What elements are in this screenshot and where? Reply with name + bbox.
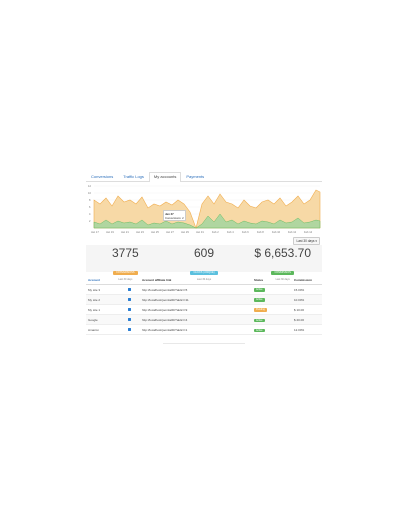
check-icon[interactable] — [128, 297, 131, 301]
x-tick: Jan 19 — [106, 230, 114, 234]
conversions-chart: 12 10 8 6 4 2 Jan 17 Jan 19 Jan 21 Jan 2… — [88, 184, 321, 234]
col-commission: Commission — [292, 276, 322, 285]
x-tick: Feb 2 — [212, 230, 219, 234]
commission-value: $ 20.00 — [292, 314, 322, 326]
affiliate-link[interactable]: http://localhost/joomla00/?aklicr=1 — [140, 324, 252, 336]
y-tick: 6 — [89, 205, 91, 209]
commission-value: $ 10.00 — [292, 304, 322, 316]
x-tick: Feb 6 — [242, 230, 249, 234]
x-tick: Feb 14 — [304, 230, 313, 234]
check-icon[interactable] — [128, 327, 131, 331]
x-tick: Feb 10 — [272, 230, 281, 234]
tab-my-accounts[interactable]: My accounts — [148, 172, 182, 182]
x-tick: Jan 17 — [91, 230, 99, 234]
stat-badge: CONVERSIONS — [113, 271, 138, 275]
tab-bar: Conversions Traffic Logs My accounts Pay… — [86, 172, 322, 182]
divider — [163, 343, 245, 344]
x-axis-labels: Jan 17 Jan 19 Jan 21 Jan 23 Jan 25 Jan 2… — [91, 230, 313, 234]
commission-value: 12.00% — [292, 324, 322, 336]
x-tick: Jan 29 — [181, 230, 189, 234]
col-account[interactable]: Account — [86, 276, 126, 285]
affiliate-link[interactable]: http://localhost/joomla00/?aklicr=5 — [140, 284, 252, 296]
check-icon[interactable] — [128, 287, 131, 291]
col-status: Status — [252, 276, 292, 285]
status-badge: Active — [254, 328, 265, 333]
table-header-row: Account Account affiliate link Status Co… — [86, 276, 322, 285]
stat-badge: COMMISSION — [271, 271, 294, 275]
x-tick: Jan 23 — [136, 230, 144, 234]
table-row: My site 2 http://localhost/joomla00/?akl… — [86, 294, 322, 306]
x-tick: Jan 31 — [196, 230, 204, 234]
table-row: My site 1 http://localhost/joomla00/?akl… — [86, 304, 322, 316]
table-row: Google http://localhost/joomla00/?aklicr… — [86, 314, 322, 326]
x-tick: Jan 25 — [151, 230, 159, 234]
y-tick: 4 — [89, 212, 91, 216]
y-axis-labels: 12 10 8 6 4 2 — [88, 184, 91, 223]
account-name[interactable]: Google — [86, 314, 126, 326]
stat-commission: $ 6,653.70 COMMISSION Last 30 days — [243, 245, 322, 282]
stat-value: 3775 — [111, 246, 139, 260]
x-tick: Feb 12 — [288, 230, 297, 234]
account-name[interactable]: My site 1 — [86, 304, 126, 316]
y-tick: 8 — [89, 198, 91, 202]
y-tick: 2 — [89, 219, 91, 223]
tab-traffic-logs[interactable]: Traffic Logs — [118, 172, 149, 181]
stats-summary: 3775 CONVERSIONS Last 30 days 609 CLICKS… — [86, 245, 322, 282]
table-row: Amazon http://localhost/joomla00/?aklicr… — [86, 324, 322, 336]
commission-value: 10.00% — [292, 294, 322, 306]
check-icon[interactable] — [128, 317, 131, 321]
account-name[interactable]: Amazon — [86, 324, 126, 336]
status-badge: Pending — [254, 308, 267, 312]
affiliate-panel: Conversions Traffic Logs My accounts Pay… — [86, 168, 322, 348]
affiliate-link[interactable]: http://localhost/joomla00/?aklicr=4 — [140, 314, 252, 326]
status-badge: Active — [254, 318, 265, 323]
y-tick: 10 — [88, 191, 91, 195]
x-tick: Jan 27 — [166, 230, 174, 234]
table-row: My site 3 http://localhost/joomla00/?akl… — [86, 284, 322, 296]
stat-conversions: 3775 CONVERSIONS Last 30 days — [86, 245, 165, 282]
x-tick: Feb 8 — [257, 230, 264, 234]
x-tick: Jan 21 — [121, 230, 129, 234]
account-name[interactable]: My site 3 — [86, 284, 126, 296]
y-tick: 12 — [88, 184, 91, 188]
stat-clicks: 609 CLICKS (UNIQUE) Last 30 days — [165, 245, 244, 281]
status-badge: Active — [254, 288, 265, 292]
affiliate-link[interactable]: http://localhost/joomla00/?aklicr=9 — [140, 304, 252, 316]
x-tick: Feb 4 — [227, 230, 234, 234]
tab-payments[interactable]: Payments — [181, 172, 209, 181]
chart-tooltip: Jan 27 Conversions: 2 — [163, 210, 186, 221]
status-badge: Active — [254, 298, 265, 302]
check-icon[interactable] — [128, 307, 131, 311]
account-name[interactable]: My site 2 — [86, 294, 126, 306]
col-affiliate-link: Account affiliate link — [140, 276, 252, 285]
col-check — [126, 276, 140, 285]
tab-conversions[interactable]: Conversions — [86, 172, 118, 181]
commission-value: 15.00% — [292, 284, 322, 296]
stat-badge: CLICKS (UNIQUE) — [190, 271, 218, 275]
affiliate-link[interactable]: http://localhost/joomla00/?aklicr=11 — [140, 294, 252, 306]
stat-value: 609 — [193, 246, 215, 260]
accounts-table: Account Account affiliate link Status Co… — [86, 276, 322, 336]
date-range-dropdown[interactable]: Last 30 days ▾ — [293, 237, 320, 245]
tooltip-value: Conversions: 2 — [165, 216, 184, 220]
stat-value: $ 6,653.70 — [254, 246, 312, 260]
